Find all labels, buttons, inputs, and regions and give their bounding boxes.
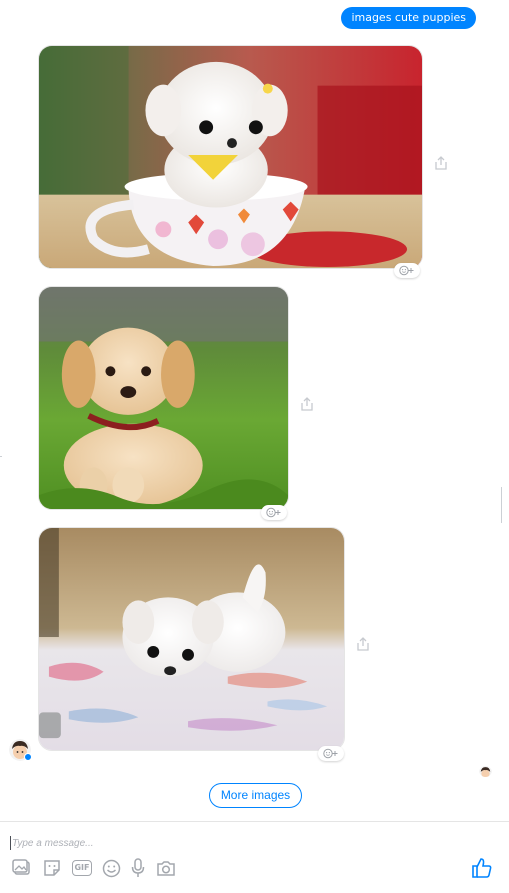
image-result-teacup-puppy[interactable] <box>38 45 423 269</box>
share-icon[interactable] <box>355 636 371 652</box>
gif-icon[interactable]: GIF <box>71 858 93 878</box>
golden-puppy-photo <box>39 287 288 509</box>
share-icon[interactable] <box>299 396 315 412</box>
read-receipt-avatar <box>479 764 492 777</box>
emoji-icon[interactable] <box>101 858 121 878</box>
image-result-golden-puppy[interactable] <box>38 286 289 510</box>
sticker-icon[interactable] <box>42 858 62 878</box>
thumbs-up-icon[interactable] <box>471 857 493 879</box>
teacup-puppy-photo <box>39 46 422 268</box>
add-reaction-icon[interactable] <box>318 746 344 761</box>
left-edge-mark <box>0 456 2 457</box>
add-reaction-icon[interactable] <box>261 505 287 520</box>
blanket-puppy-photo <box>39 528 344 750</box>
sent-message-bubble: images cute puppies <box>341 7 476 29</box>
online-status-icon <box>24 753 32 761</box>
share-icon[interactable] <box>433 155 449 171</box>
image-result-blanket-puppy[interactable] <box>38 527 345 751</box>
scrollbar-thumb[interactable] <box>501 487 502 523</box>
microphone-icon[interactable] <box>128 858 148 878</box>
message-input[interactable] <box>12 835 472 851</box>
photo-icon[interactable] <box>12 858 32 878</box>
composer-divider <box>0 821 509 822</box>
gif-label: GIF <box>72 860 92 876</box>
add-reaction-icon[interactable] <box>394 263 420 278</box>
camera-icon[interactable] <box>156 858 176 878</box>
more-images-button[interactable]: More images <box>209 783 302 808</box>
text-cursor <box>10 836 11 850</box>
